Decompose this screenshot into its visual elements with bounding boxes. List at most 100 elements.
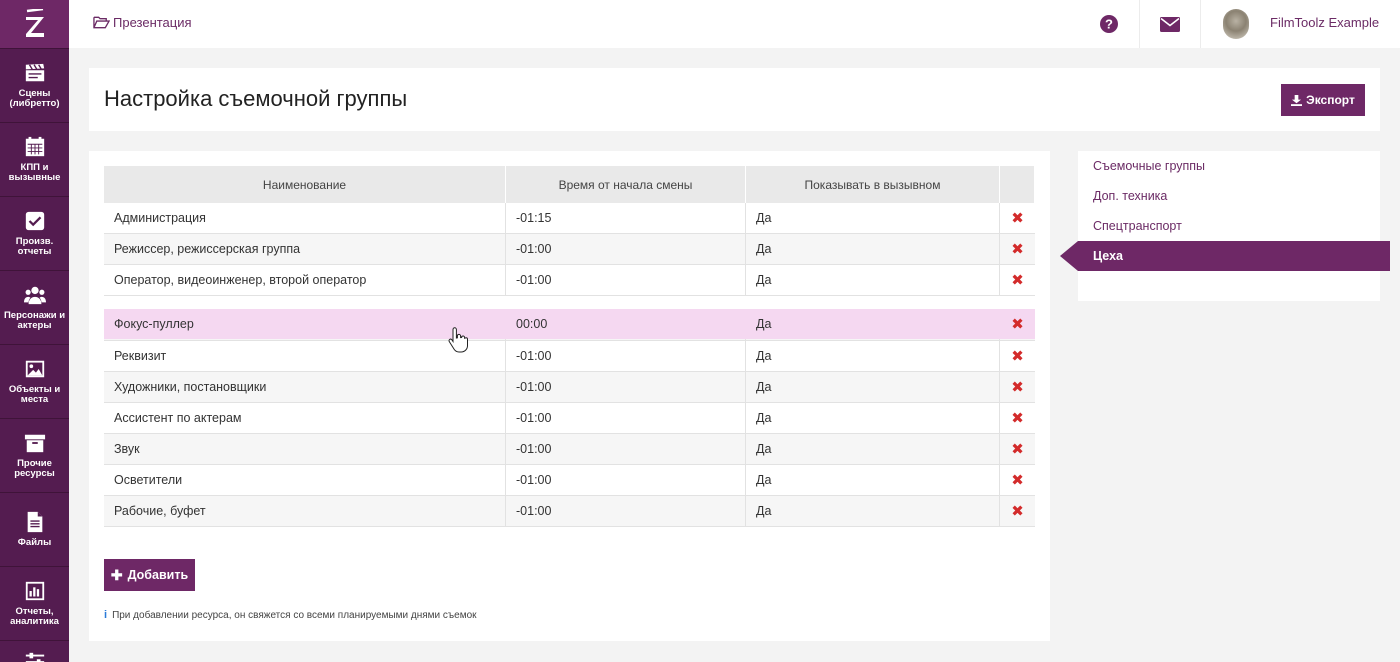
bar-chart-icon bbox=[25, 581, 44, 601]
row-time[interactable]: -01:00 bbox=[506, 496, 746, 526]
row-show[interactable]: Да bbox=[746, 341, 1000, 371]
row-time[interactable]: 00:00 bbox=[506, 309, 746, 339]
table-row[interactable]: Реквизит -01:00 Да ✖ bbox=[104, 341, 1035, 372]
row-time[interactable]: -01:00 bbox=[506, 465, 746, 495]
close-icon: ✖ bbox=[1011, 503, 1024, 520]
delete-button[interactable]: ✖ bbox=[1000, 234, 1035, 264]
user-name[interactable]: FilmToolz Example bbox=[1270, 0, 1379, 44]
sidebar-item-scenes[interactable]: Сцены (либретто) bbox=[0, 48, 69, 122]
sidebar-item-analytics[interactable]: Отчеты, аналитика bbox=[0, 566, 69, 640]
hand-pointer-icon bbox=[448, 327, 468, 353]
column-header-show[interactable]: Показывать в вызывном bbox=[746, 166, 1000, 203]
sidebar-item-reports-production[interactable]: Произв. отчеты bbox=[0, 196, 69, 270]
row-name[interactable]: Фокус-пуллер bbox=[104, 309, 506, 339]
row-show[interactable]: Да bbox=[746, 496, 1000, 526]
table-row[interactable]: Ассистент по актерам -01:00 Да ✖ bbox=[104, 403, 1035, 434]
table-row[interactable]: Оператор, видеоинженер, второй оператор -… bbox=[104, 265, 1035, 296]
info-note: i При добавлении ресурса, он свяжется со… bbox=[104, 609, 477, 621]
avatar[interactable] bbox=[1223, 9, 1249, 39]
table-row[interactable]: Осветители -01:00 Да ✖ bbox=[104, 465, 1035, 496]
sidebar-item-label: Объекты и места bbox=[8, 384, 61, 405]
column-header-actions bbox=[1000, 166, 1035, 203]
plus-icon: ✚ bbox=[110, 566, 123, 583]
table-row[interactable]: Художники, постановщики -01:00 Да ✖ bbox=[104, 372, 1035, 403]
column-header-time[interactable]: Время от начала смены bbox=[506, 166, 746, 203]
checkbox-icon bbox=[25, 211, 44, 231]
nav-item-extra-equipment[interactable]: Доп. техника bbox=[1078, 181, 1380, 211]
row-show[interactable]: Да bbox=[746, 234, 1000, 264]
table-row[interactable]: Рабочие, буфет -01:00 Да ✖ bbox=[104, 496, 1035, 527]
table-row[interactable]: Звук -01:00 Да ✖ bbox=[104, 434, 1035, 465]
topbar-divider bbox=[1200, 0, 1201, 48]
sidebar-item-characters[interactable]: Персонажи и актеры bbox=[0, 270, 69, 344]
export-button[interactable]: Экспорт bbox=[1281, 84, 1365, 116]
sidebar-item-locations[interactable]: Объекты и места bbox=[0, 344, 69, 418]
row-name[interactable]: Оператор, видеоинженер, второй оператор bbox=[104, 265, 506, 295]
row-time[interactable]: -01:00 bbox=[506, 265, 746, 295]
sidebar-item-settings[interactable] bbox=[0, 640, 69, 662]
nav-item-departments-active[interactable]: Цеха bbox=[1060, 241, 1390, 271]
row-time[interactable]: -01:00 bbox=[506, 434, 746, 464]
close-icon: ✖ bbox=[1011, 379, 1024, 396]
delete-button[interactable]: ✖ bbox=[1000, 465, 1035, 495]
row-name[interactable]: Администрация bbox=[104, 203, 506, 233]
delete-button[interactable]: ✖ bbox=[1000, 309, 1035, 339]
folder-open-icon bbox=[93, 16, 110, 29]
row-show[interactable]: Да bbox=[746, 309, 1000, 339]
page-header: Настройка съемочной группы Экспорт bbox=[89, 68, 1380, 131]
row-show[interactable]: Да bbox=[746, 372, 1000, 402]
page-title: Настройка съемочной группы bbox=[104, 86, 408, 111]
sidebar-item-label: Отчеты, аналитика bbox=[10, 606, 59, 627]
row-name[interactable]: Осветители bbox=[104, 465, 506, 495]
dragging-row[interactable]: Фокус-пуллер 00:00 Да ✖ bbox=[104, 309, 1035, 339]
row-show[interactable]: Да bbox=[746, 434, 1000, 464]
sidebar-item-label: КПП и вызывные bbox=[8, 162, 61, 183]
row-time[interactable]: -01:00 bbox=[506, 341, 746, 371]
download-icon bbox=[1291, 94, 1303, 106]
delete-button[interactable]: ✖ bbox=[1000, 434, 1035, 464]
messages-button[interactable] bbox=[1140, 0, 1200, 48]
nav-item-special-transport[interactable]: Спецтранспорт bbox=[1078, 211, 1380, 241]
row-time[interactable]: -01:00 bbox=[506, 372, 746, 402]
nav-item-crew-groups[interactable]: Съемочные группы bbox=[1078, 151, 1380, 181]
row-name[interactable]: Художники, постановщики bbox=[104, 372, 506, 402]
row-name[interactable]: Звук bbox=[104, 434, 506, 464]
row-time[interactable]: -01:00 bbox=[506, 403, 746, 433]
row-name[interactable]: Ассистент по актерам bbox=[104, 403, 506, 433]
row-show[interactable]: Да bbox=[746, 465, 1000, 495]
delete-button[interactable]: ✖ bbox=[1000, 341, 1035, 371]
export-label: Экспорт bbox=[1306, 93, 1355, 107]
close-icon: ✖ bbox=[1011, 441, 1024, 458]
close-icon: ✖ bbox=[1011, 210, 1024, 227]
close-icon: ✖ bbox=[1011, 472, 1024, 489]
sidebar-item-label: Файлы bbox=[17, 537, 52, 548]
info-note-text: При добавлении ресурса, он свяжется со в… bbox=[112, 609, 477, 621]
delete-button[interactable]: ✖ bbox=[1000, 403, 1035, 433]
breadcrumb[interactable]: Презентация bbox=[93, 0, 192, 44]
logo[interactable] bbox=[0, 0, 69, 48]
row-show[interactable]: Да bbox=[746, 403, 1000, 433]
sidebar-item-resources[interactable]: Прочие ресурсы bbox=[0, 418, 69, 492]
breadcrumb-label: Презентация bbox=[113, 14, 192, 30]
delete-button[interactable]: ✖ bbox=[1000, 203, 1035, 233]
sidebar-item-label: Прочие ресурсы bbox=[14, 458, 55, 479]
column-header-name[interactable]: Наименование bbox=[104, 166, 506, 203]
row-time[interactable]: -01:15 bbox=[506, 203, 746, 233]
row-show[interactable]: Да bbox=[746, 203, 1000, 233]
row-name[interactable]: Реквизит bbox=[104, 341, 506, 371]
sidebar-item-kpp[interactable]: КПП и вызывные bbox=[0, 122, 69, 196]
info-icon: i bbox=[104, 609, 108, 621]
table-row[interactable]: Режиссер, режиссерская группа -01:00 Да ✖ bbox=[104, 234, 1035, 265]
row-show[interactable]: Да bbox=[746, 265, 1000, 295]
add-button[interactable]: ✚ Добавить bbox=[104, 559, 195, 591]
delete-button[interactable]: ✖ bbox=[1000, 265, 1035, 295]
table-row[interactable]: Администрация -01:15 Да ✖ bbox=[104, 203, 1035, 234]
settings-nav: Съемочные группы Доп. техника Спецтрансп… bbox=[1078, 151, 1380, 301]
row-name[interactable]: Режиссер, режиссерская группа bbox=[104, 234, 506, 264]
help-button[interactable]: ? bbox=[1079, 0, 1139, 48]
delete-button[interactable]: ✖ bbox=[1000, 496, 1035, 526]
delete-button[interactable]: ✖ bbox=[1000, 372, 1035, 402]
sidebar-item-files[interactable]: Файлы bbox=[0, 492, 69, 566]
row-time[interactable]: -01:00 bbox=[506, 234, 746, 264]
row-name[interactable]: Рабочие, буфет bbox=[104, 496, 506, 526]
